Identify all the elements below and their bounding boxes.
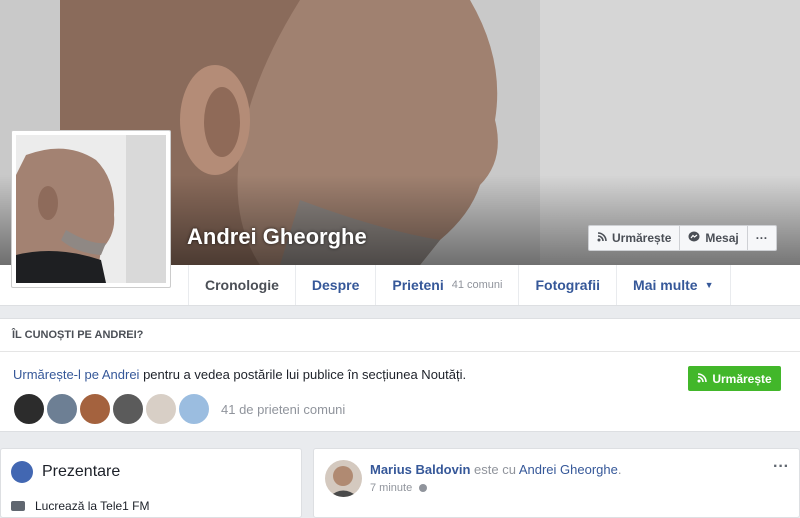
mutual-friends-link[interactable]: 41 de prieteni comuni (221, 402, 345, 417)
post-timestamp[interactable]: 7 minute (370, 482, 428, 494)
avatar[interactable] (325, 460, 362, 497)
tab-timeline-label: Cronologie (205, 277, 279, 293)
tab-about-label: Despre (311, 277, 360, 293)
post-tagged-person[interactable]: Andrei Gheorghe (519, 462, 618, 477)
globe-icon (419, 484, 428, 492)
follow-button[interactable]: Urmărește (588, 225, 681, 251)
tab-more[interactable]: Mai multe ▼ (616, 265, 731, 305)
tab-photos-label: Fotografii (535, 277, 601, 293)
mutual-friends-row: 41 de prieteni comuni (13, 393, 345, 425)
tab-friends-label: Prieteni (392, 277, 444, 293)
follow-link[interactable]: Urmărește-l pe Andrei (13, 367, 139, 382)
tab-friends[interactable]: Prieteni 41 comuni (375, 265, 518, 305)
tab-more-label: Mai multe (633, 277, 698, 293)
profile-name[interactable]: Andrei Gheorghe (187, 224, 367, 250)
messenger-icon (688, 231, 700, 246)
post-options-button[interactable]: ··· (773, 458, 789, 476)
message-button-label: Mesaj (705, 231, 739, 245)
message-button[interactable]: Mesaj (679, 225, 748, 251)
follow-green-button-label: Urmărește (712, 371, 772, 386)
do-you-know-header: ÎL CUNOȘTI PE ANDREI? (0, 319, 800, 352)
post-suffix: . (617, 462, 622, 477)
briefcase-icon (11, 501, 25, 511)
post-card: Marius Baldovin este cu Andrei Gheorghe.… (313, 448, 800, 518)
chevron-down-icon: ▼ (704, 280, 714, 290)
friend-avatar[interactable] (13, 393, 45, 425)
post-header: Marius Baldovin este cu Andrei Gheorghe. (370, 462, 621, 477)
more-icon: ··· (755, 231, 768, 245)
friend-avatar[interactable] (178, 393, 210, 425)
friend-avatar[interactable] (145, 393, 177, 425)
mutual-friends-count: 41 comuni (451, 279, 503, 291)
globe-icon (11, 461, 33, 483)
intro-card: Prezentare Lucrează la Tele1 FM (0, 448, 302, 518)
post-connector: este cu (470, 462, 519, 477)
profile-picture-image (16, 135, 166, 283)
rss-icon (597, 231, 607, 245)
post-time-text: 7 minute (370, 482, 413, 494)
more-options-button[interactable]: ··· (746, 225, 777, 251)
follow-button-label: Urmărește (612, 231, 672, 245)
post-author[interactable]: Marius Baldovin (370, 462, 470, 477)
rss-icon (697, 372, 708, 386)
friend-avatar[interactable] (46, 393, 78, 425)
do-you-know-text: Urmărește-l pe Andrei pentru a vedea pos… (13, 367, 466, 382)
follow-green-button[interactable]: Urmărește (688, 366, 781, 391)
intro-work: Lucrează la Tele1 FM (35, 499, 150, 513)
cover-actions: Urmărește Mesaj ··· (588, 225, 777, 251)
intro-title: Prezentare (42, 463, 121, 480)
tab-about[interactable]: Despre (294, 265, 375, 305)
friend-avatar[interactable] (112, 393, 144, 425)
profile-tabs: Cronologie Despre Prieteni 41 comuni Fot… (188, 265, 731, 305)
friend-avatar[interactable] (79, 393, 111, 425)
do-you-know-rest: pentru a vedea postările lui publice în … (139, 367, 467, 382)
tab-timeline[interactable]: Cronologie (188, 265, 295, 305)
tab-photos[interactable]: Fotografii (518, 265, 616, 305)
profile-picture[interactable] (11, 130, 171, 288)
